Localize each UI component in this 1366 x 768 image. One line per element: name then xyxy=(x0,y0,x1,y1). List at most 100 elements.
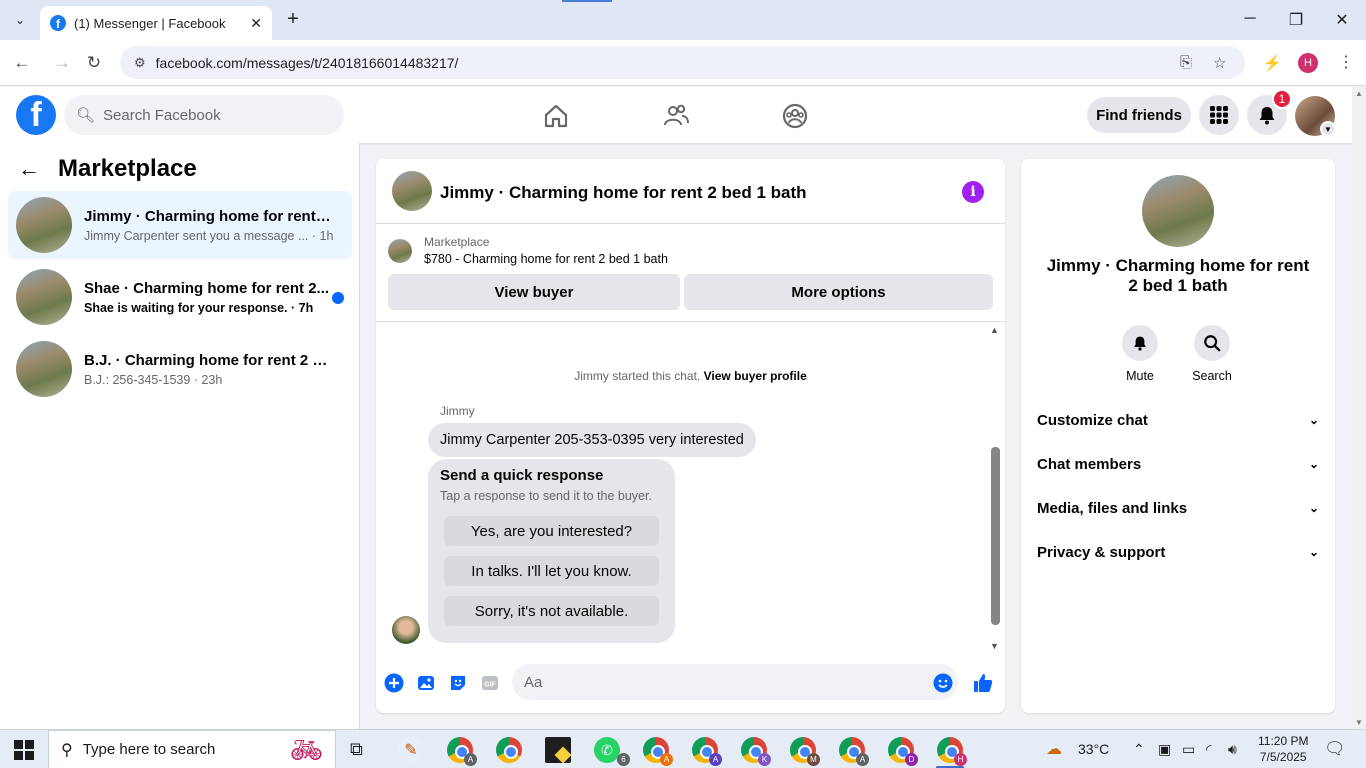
tab-close-icon[interactable]: ✕ xyxy=(250,15,262,32)
page-scrollbar[interactable]: ▲ ▼ xyxy=(1352,87,1366,729)
privacy-support-row[interactable]: Privacy & support ⌄ xyxy=(1037,530,1319,574)
chrome-profile-icon[interactable]: M xyxy=(790,737,820,766)
tab-title: (1) Messenger | Facebook xyxy=(74,15,226,31)
battery-icon[interactable]: ▭ xyxy=(1182,741,1195,758)
scrollbar-thumb[interactable] xyxy=(991,447,1000,625)
sticker-icon[interactable] xyxy=(447,672,469,694)
customize-chat-row[interactable]: Customize chat ⌄ xyxy=(1037,398,1319,442)
install-app-icon[interactable]: ⎘ xyxy=(1180,54,1192,71)
listing-mini-thumbnail xyxy=(388,238,412,263)
profile-badge: A xyxy=(464,753,477,766)
wifi-icon[interactable]: ◜ xyxy=(1206,741,1211,758)
window-close-icon[interactable]: ✕ xyxy=(1330,10,1354,30)
whatsapp-icon[interactable]: ✆ 6 xyxy=(594,737,630,766)
chrome-profile-icon[interactable]: A xyxy=(643,737,673,766)
conversation-item-shae[interactable]: Shae · Charming home for rent 2... Shae … xyxy=(8,263,352,331)
chevron-up-icon[interactable]: ⌃ xyxy=(1133,741,1145,758)
chat-listing-thumbnail[interactable] xyxy=(392,171,432,211)
scroll-up-icon[interactable]: ▲ xyxy=(1355,89,1363,98)
bookmark-star-icon[interactable]: ☆ xyxy=(1213,54,1226,72)
home-icon[interactable] xyxy=(542,102,570,130)
restore-icon[interactable]: ❐ xyxy=(1284,10,1308,30)
scroll-down-icon[interactable]: ▼ xyxy=(1355,718,1363,727)
facebook-logo-icon[interactable]: f xyxy=(16,95,56,135)
search-placeholder: Search Facebook xyxy=(103,106,221,124)
quick-response-not-available[interactable]: Sorry, it's not available. xyxy=(444,596,659,626)
back-arrow-icon[interactable]: ← xyxy=(18,156,40,182)
view-buyer-button[interactable]: View buyer xyxy=(388,274,680,310)
chat-panel: Jimmy · Charming home for rent 2 bed 1 b… xyxy=(376,159,1005,713)
chevron-down-icon: ⌄ xyxy=(1308,501,1319,515)
reload-icon[interactable]: ↻ xyxy=(84,53,104,73)
message-bubble[interactable]: Jimmy Carpenter 205-353-0395 very intere… xyxy=(428,423,756,457)
message-input[interactable]: Aa xyxy=(512,664,958,700)
chat-scrollbar[interactable]: ▲ ▼ xyxy=(988,325,1002,651)
volume-icon[interactable]: 🔊︎ xyxy=(1228,741,1237,758)
gif-icon[interactable]: GIF xyxy=(479,672,501,694)
meet-now-icon[interactable]: ▣ xyxy=(1158,741,1171,758)
scroll-down-icon[interactable]: ▼ xyxy=(990,641,999,651)
extensions-icon[interactable]: ⚡ xyxy=(1263,54,1282,72)
paint-app-icon[interactable]: ✎ xyxy=(398,737,424,763)
browser-tab[interactable]: f (1) Messenger | Facebook ✕ xyxy=(40,6,272,40)
profile-badge: A xyxy=(660,753,673,766)
tab-search-dropdown-icon[interactable]: ⌄ xyxy=(8,8,32,32)
browser-menu-icon[interactable]: ⋮ xyxy=(1338,52,1354,72)
view-buyer-profile-link[interactable]: View buyer profile xyxy=(704,369,807,383)
taskbar-search-box[interactable]: ⚲ Type here to search 🚲︎ xyxy=(48,730,336,768)
forward-icon[interactable]: → xyxy=(52,53,72,73)
search-in-chat-button[interactable]: Search xyxy=(1182,325,1242,383)
chrome-profile-icon[interactable]: A xyxy=(839,737,869,766)
chrome-profile-icon[interactable]: K xyxy=(741,737,771,766)
menu-grid-button[interactable] xyxy=(1199,95,1239,135)
notification-center-icon[interactable]: 🗨︎ xyxy=(1324,739,1346,759)
chat-members-row[interactable]: Chat members ⌄ xyxy=(1037,442,1319,486)
find-friends-button[interactable]: Find friends xyxy=(1087,97,1191,133)
notification-badge: 1 xyxy=(1272,89,1292,109)
windows-start-icon[interactable] xyxy=(14,740,34,760)
omnibox[interactable]: ⚙ facebook.com/messages/t/24018166014483… xyxy=(120,46,1245,79)
system-clock[interactable]: 11:20 PM 7/5/2025 xyxy=(1258,733,1308,765)
chat-header: Jimmy · Charming home for rent 2 bed 1 b… xyxy=(376,159,1005,224)
back-icon[interactable]: ← xyxy=(12,53,32,73)
url-text[interactable]: facebook.com/messages/t/2401816601448321… xyxy=(156,55,459,71)
site-info-icon[interactable]: ⚙ xyxy=(134,55,146,71)
weather-icon[interactable]: ☁ xyxy=(1046,739,1062,759)
info-icon[interactable]: i xyxy=(962,181,984,203)
chat-title[interactable]: Jimmy · Charming home for rent 2 bed 1 b… xyxy=(440,183,807,203)
task-view-icon[interactable]: ⧉ xyxy=(350,739,363,760)
browser-profile-avatar[interactable]: H xyxy=(1298,53,1318,73)
add-plus-icon[interactable] xyxy=(383,672,405,694)
section-label: Media, files and links xyxy=(1037,499,1188,517)
conversation-item-jimmy[interactable]: Jimmy · Charming home for rent 2... Jimm… xyxy=(8,191,352,259)
media-files-links-row[interactable]: Media, files and links ⌄ xyxy=(1037,486,1319,530)
photo-icon[interactable] xyxy=(415,672,437,694)
chrome-profile-icon[interactable]: A xyxy=(692,737,722,766)
listing-summary[interactable]: Marketplace $780 - Charming home for ren… xyxy=(388,235,668,266)
quick-response-in-talks[interactable]: In talks. I'll let you know. xyxy=(444,556,659,586)
emoji-icon[interactable] xyxy=(932,672,954,694)
bell-icon xyxy=(1259,107,1275,125)
sticky-notes-icon[interactable] xyxy=(545,737,572,764)
like-thumbs-up-icon[interactable] xyxy=(972,672,994,694)
section-label: Privacy & support xyxy=(1037,543,1166,561)
quick-response-interested[interactable]: Yes, are you interested? xyxy=(444,516,659,546)
scroll-up-icon[interactable]: ▲ xyxy=(990,325,999,335)
new-tab-icon[interactable]: + xyxy=(282,8,304,30)
chrome-profile-icon[interactable]: D xyxy=(888,737,918,766)
mute-button[interactable]: Mute xyxy=(1110,325,1170,383)
friends-icon[interactable] xyxy=(662,102,690,130)
minimize-icon[interactable]: ─ xyxy=(1238,10,1262,28)
chrome-profile-icon-active[interactable]: H xyxy=(937,737,967,766)
chrome-profile-icon[interactable]: A xyxy=(447,737,477,766)
sender-avatar[interactable] xyxy=(392,616,420,644)
profile-badge: D xyxy=(905,753,918,766)
conversation-item-bj[interactable]: B.J. · Charming home for rent 2 be... B.… xyxy=(8,335,352,403)
chrome-icon[interactable] xyxy=(496,737,522,763)
temperature[interactable]: 33°C xyxy=(1078,741,1109,757)
bicycle-icon: 🚲︎ xyxy=(289,735,323,765)
facebook-search-input[interactable]: 🔍︎ Search Facebook xyxy=(64,95,344,135)
chevron-down-icon[interactable]: ▼ xyxy=(1320,121,1336,137)
more-options-button[interactable]: More options xyxy=(684,274,993,310)
groups-icon[interactable] xyxy=(781,102,809,130)
